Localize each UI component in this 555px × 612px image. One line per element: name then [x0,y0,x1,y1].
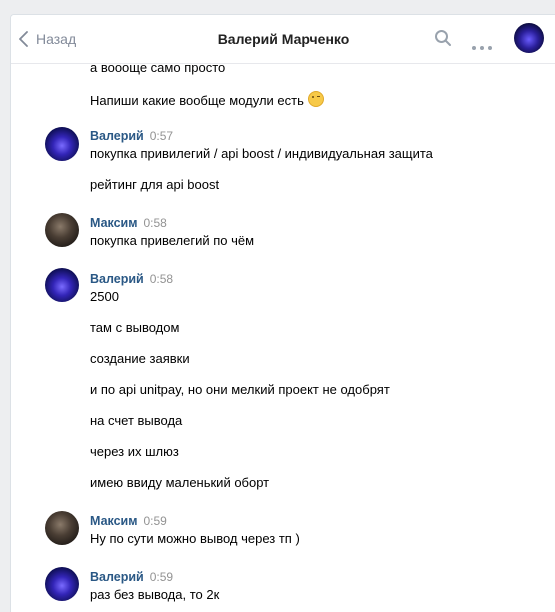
message-header: Максим 0:58 [90,215,167,231]
author-name[interactable]: Максим [90,216,138,230]
message-header: Валерий 0:57 [90,128,173,144]
message-text: создание заявки [90,351,190,366]
message-time[interactable]: 0:58 [150,272,173,286]
message-time[interactable]: 0:57 [150,129,173,143]
message-text: через их шлюз [90,444,179,459]
author-name[interactable]: Валерий [90,570,144,584]
avatar[interactable] [45,511,79,545]
message-text: покупка привилегий / api boost / индивид… [90,146,433,161]
author-name[interactable]: Валерий [90,272,144,286]
message-text: рейтинг для api boost [90,177,220,192]
message-header: Валерий 0:59 [90,569,173,585]
message-text: имею ввиду маленький оборт [90,475,270,490]
avatar[interactable] [45,268,79,302]
avatar[interactable] [45,127,79,161]
message-header: Валерий 0:58 [90,271,173,287]
message-text-content: Напиши какие вообще модули есть [90,93,304,108]
message-text: и по api unitpay, но они мелкий проект н… [90,382,390,397]
more-icon[interactable] [472,37,492,55]
message-time[interactable]: 0:59 [144,514,167,528]
message-text: 2500 [90,289,119,304]
message-header: Максим 0:59 [90,513,167,529]
author-name[interactable]: Максим [90,514,138,528]
message-text: покупка привелегий по чём [90,233,255,248]
author-name[interactable]: Валерий [90,129,144,143]
header-avatar[interactable] [514,23,544,53]
chat-header: Назад Валерий Марченко [11,15,555,64]
message-text: на счет вывода [90,413,183,428]
avatar[interactable] [45,213,79,247]
winking-face-icon [307,91,324,107]
message-time[interactable]: 0:59 [150,570,173,584]
search-icon[interactable] [434,29,452,52]
message-text: там с выводом [90,320,180,335]
avatar[interactable] [45,567,79,601]
message-time[interactable]: 0:58 [144,216,167,230]
chat-panel: Назад Валерий Марченко а воооще само про… [10,14,555,612]
message-text: раз без вывода, то 2к [90,587,220,602]
message-text: Напиши какие вообще модули есть [90,91,324,109]
message-text: Ну по сути можно вывод через тп ) [90,531,300,546]
